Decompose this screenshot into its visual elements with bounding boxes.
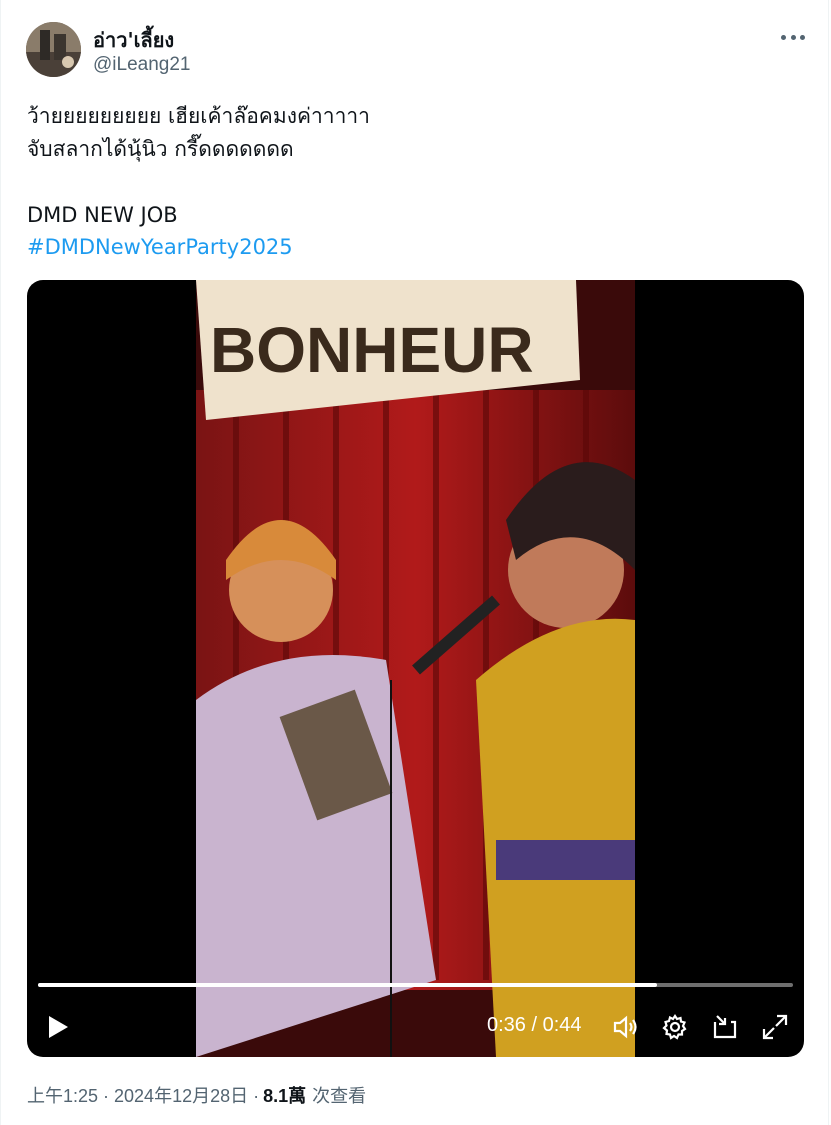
video-frame: BONHEUR <box>196 280 635 1057</box>
video-player[interactable]: BONHEUR 0:36 / 0:44 <box>27 280 804 1057</box>
video-progress-bar[interactable] <box>38 983 793 987</box>
tweet-meta: 上午1:25 · 2024年12月28日 · 8.1萬 次查看 <box>27 1082 366 1108</box>
video-still-image: BONHEUR <box>196 280 635 1057</box>
play-icon[interactable] <box>45 1013 71 1041</box>
video-time: 0:36 / 0:44 <box>487 1014 582 1036</box>
tweet-text: ว้ายยยยยยยยย เฮียเค้าล๊อคมงค่าาาาา จับสล… <box>27 104 370 227</box>
fullscreen-icon[interactable] <box>761 1013 789 1041</box>
more-options-icon[interactable] <box>781 26 805 48</box>
volume-icon[interactable] <box>612 1013 640 1041</box>
view-label: 次查看 <box>312 1086 367 1106</box>
view-count: 8.1萬 <box>263 1086 307 1106</box>
avatar[interactable] <box>26 22 81 77</box>
author-name[interactable]: อ่าว'เลี้ยง <box>93 24 174 56</box>
hashtag-link[interactable]: #DMDNewYearParty2025 <box>27 231 293 264</box>
bonheur-sign: BONHEUR <box>210 314 534 386</box>
timestamp[interactable]: 上午1:25 · 2024年12月28日 · <box>27 1082 259 1108</box>
author-handle[interactable]: @iLeang21 <box>93 54 190 76</box>
tweet-card: อ่าว'เลี้ยง @iLeang21 ว้ายยยยยยยยย เฮียเ… <box>0 0 829 1125</box>
video-progress-fill <box>38 983 658 987</box>
picture-in-picture-icon[interactable] <box>711 1013 739 1041</box>
gear-icon[interactable] <box>661 1013 689 1041</box>
